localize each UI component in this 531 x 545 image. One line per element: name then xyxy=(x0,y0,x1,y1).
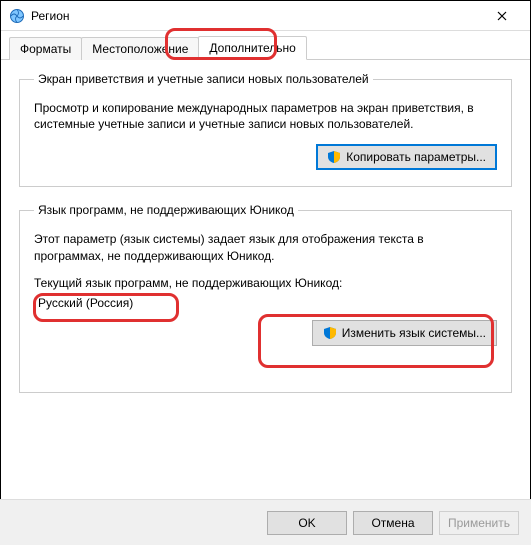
group-legend: Экран приветствия и учетные записи новых… xyxy=(34,72,373,86)
globe-icon xyxy=(9,8,25,24)
button-label: Изменить язык системы... xyxy=(342,326,486,340)
copy-settings-button[interactable]: Копировать параметры... xyxy=(316,144,497,170)
tab-content: Экран приветствия и учетные записи новых… xyxy=(1,60,530,417)
tab-label: Форматы xyxy=(20,42,71,56)
group-welcome-screen: Экран приветствия и учетные записи новых… xyxy=(19,72,512,187)
window-titlebar: Регион xyxy=(1,1,530,31)
group-description: Этот параметр (язык системы) задает язык… xyxy=(34,231,497,263)
tab-label: Дополнительно xyxy=(209,41,295,55)
group-legend: Язык программ, не поддерживающих Юникод xyxy=(34,203,298,217)
apply-button[interactable]: Применить xyxy=(439,511,519,535)
current-language-label: Текущий язык программ, не поддерживающих… xyxy=(34,276,497,290)
tab-formats[interactable]: Форматы xyxy=(9,37,82,60)
tab-advanced[interactable]: Дополнительно xyxy=(198,36,306,60)
button-label: Применить xyxy=(448,516,510,530)
cancel-button[interactable]: Отмена xyxy=(353,511,433,535)
dialog-footer: OK Отмена Применить xyxy=(0,499,531,545)
shield-icon xyxy=(323,326,337,340)
tab-label: Местоположение xyxy=(92,42,188,56)
button-label: OK xyxy=(298,516,315,530)
change-system-locale-button[interactable]: Изменить язык системы... xyxy=(312,320,497,346)
shield-icon xyxy=(327,150,341,164)
tab-bar: Форматы Местоположение Дополнительно xyxy=(1,31,530,60)
window-title: Регион xyxy=(31,9,70,23)
close-button[interactable] xyxy=(482,2,522,30)
ok-button[interactable]: OK xyxy=(267,511,347,535)
group-non-unicode: Язык программ, не поддерживающих Юникод … xyxy=(19,203,512,393)
current-language-value: Русский (Россия) xyxy=(38,296,497,310)
button-label: Отмена xyxy=(371,516,414,530)
close-icon xyxy=(497,11,507,21)
button-label: Копировать параметры... xyxy=(346,150,486,164)
tab-location[interactable]: Местоположение xyxy=(81,37,199,60)
group-description: Просмотр и копирование международных пар… xyxy=(34,100,497,132)
